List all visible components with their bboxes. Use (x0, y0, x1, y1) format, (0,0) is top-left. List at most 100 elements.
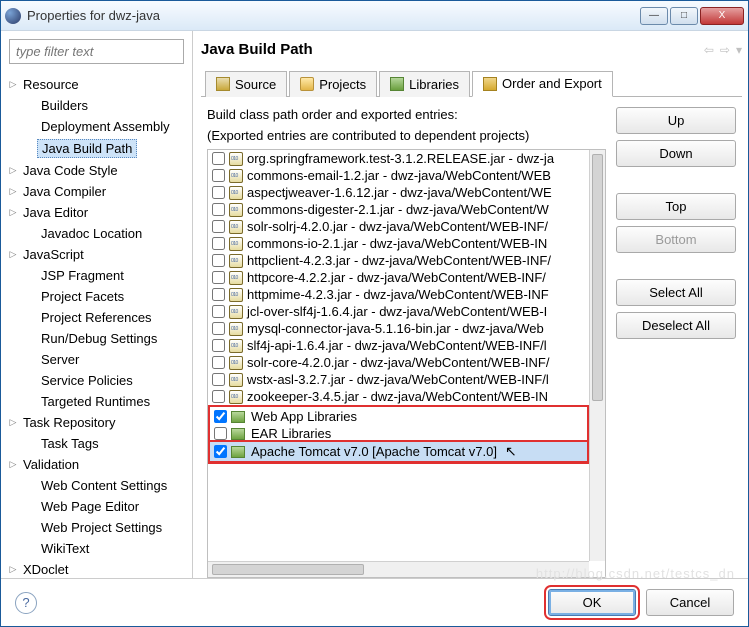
nav-item[interactable]: ▷Validation (1, 454, 192, 475)
entry-label: Web App Libraries (251, 409, 357, 424)
nav-item[interactable]: Web Project Settings (1, 517, 192, 538)
nav-item[interactable]: ▷Java Compiler (1, 181, 192, 202)
entry-row[interactable]: jcl-over-slf4j-1.6.4.jar - dwz-java/WebC… (208, 303, 589, 320)
nav-item[interactable]: WikiText (1, 538, 192, 559)
horizontal-scrollbar[interactable] (208, 561, 589, 577)
entry-checkbox[interactable] (212, 186, 225, 199)
bottom-button[interactable]: Bottom (616, 226, 736, 253)
menu-icon[interactable]: ▾ (736, 43, 742, 57)
nav-item-label: Run/Debug Settings (37, 330, 161, 347)
nav-item[interactable]: Javadoc Location (1, 223, 192, 244)
entry-checkbox[interactable] (212, 305, 225, 318)
entry-row[interactable]: org.springframework.test-3.1.2.RELEASE.j… (208, 150, 589, 167)
jar-icon (229, 322, 243, 336)
nav-item[interactable]: ▷Java Code Style (1, 160, 192, 181)
entry-checkbox[interactable] (212, 271, 225, 284)
entry-row[interactable]: slf4j-api-1.6.4.jar - dwz-java/WebConten… (208, 337, 589, 354)
nav-item[interactable]: Task Tags (1, 433, 192, 454)
top-button[interactable]: Top (616, 193, 736, 220)
nav-item[interactable]: Web Content Settings (1, 475, 192, 496)
nav-tree[interactable]: ▷ResourceBuildersDeployment AssemblyJava… (1, 72, 192, 578)
entry-checkbox[interactable] (212, 169, 225, 182)
expand-icon[interactable]: ▷ (7, 249, 19, 260)
entry-checkbox[interactable] (212, 322, 225, 335)
nav-item[interactable]: Web Page Editor (1, 496, 192, 517)
entry-checkbox[interactable] (214, 427, 227, 440)
deselect-all-button[interactable]: Deselect All (616, 312, 736, 339)
entry-row[interactable]: httpmime-4.2.3.jar - dwz-java/WebContent… (208, 286, 589, 303)
ok-button[interactable]: OK (548, 589, 636, 616)
filter-input[interactable] (9, 39, 184, 64)
entry-row[interactable]: mysql-connector-java-5.1.16-bin.jar - dw… (208, 320, 589, 337)
entry-row[interactable]: solr-solrj-4.2.0.jar - dwz-java/WebConte… (208, 218, 589, 235)
nav-item[interactable]: ▷Task Repository (1, 412, 192, 433)
entry-checkbox[interactable] (212, 288, 225, 301)
entry-row[interactable]: wstx-asl-3.2.7.jar - dwz-java/WebContent… (208, 371, 589, 388)
nav-item[interactable]: Service Policies (1, 370, 192, 391)
entry-row[interactable]: solr-core-4.2.0.jar - dwz-java/WebConten… (208, 354, 589, 371)
entry-row[interactable]: Web App Libraries (210, 408, 587, 425)
entry-row[interactable]: commons-io-2.1.jar - dwz-java/WebContent… (208, 235, 589, 252)
entry-label: mysql-connector-java-5.1.16-bin.jar - dw… (247, 321, 544, 336)
select-all-button[interactable]: Select All (616, 279, 736, 306)
entry-checkbox[interactable] (212, 237, 225, 250)
expand-icon[interactable]: ▷ (7, 79, 19, 90)
entry-checkbox[interactable] (212, 373, 225, 386)
jar-icon (229, 186, 243, 200)
minimize-button[interactable]: — (640, 7, 668, 25)
nav-item[interactable]: Builders (1, 95, 192, 116)
nav-item[interactable]: ▷XDoclet (1, 559, 192, 578)
vertical-scrollbar[interactable] (589, 150, 605, 561)
tab-projects[interactable]: Projects (289, 71, 377, 97)
entry-row[interactable]: aspectjweaver-1.6.12.jar - dwz-java/WebC… (208, 184, 589, 201)
expand-icon[interactable]: ▷ (7, 207, 19, 218)
help-icon[interactable]: ? (15, 592, 37, 614)
maximize-button[interactable]: □ (670, 7, 698, 25)
entry-checkbox[interactable] (212, 152, 225, 165)
down-button[interactable]: Down (616, 140, 736, 167)
expand-icon[interactable]: ▷ (7, 417, 19, 428)
nav-item[interactable]: Project Facets (1, 286, 192, 307)
entry-label: commons-email-1.2.jar - dwz-java/WebCont… (247, 168, 551, 183)
entry-checkbox[interactable] (212, 356, 225, 369)
tab-order-and-export[interactable]: Order and Export (472, 71, 613, 97)
entries-list[interactable]: org.springframework.test-3.1.2.RELEASE.j… (207, 149, 606, 578)
entry-checkbox[interactable] (212, 203, 225, 216)
entry-checkbox[interactable] (212, 390, 225, 403)
entry-row[interactable]: Apache Tomcat v7.0 [Apache Tomcat v7.0]↖ (210, 442, 587, 461)
expand-icon[interactable]: ▷ (7, 564, 19, 575)
expand-icon[interactable]: ▷ (7, 186, 19, 197)
entry-label: httpclient-4.2.3.jar - dwz-java/WebConte… (247, 253, 551, 268)
entry-checkbox[interactable] (214, 445, 227, 458)
nav-item[interactable]: Deployment Assembly (1, 116, 192, 137)
tab-libraries[interactable]: Libraries (379, 71, 470, 97)
nav-item[interactable]: Run/Debug Settings (1, 328, 192, 349)
nav-item[interactable]: JSP Fragment (1, 265, 192, 286)
up-button[interactable]: Up (616, 107, 736, 134)
nav-item[interactable]: Java Build Path (1, 137, 192, 160)
back-icon[interactable]: ⇦ (704, 43, 714, 57)
forward-icon[interactable]: ⇨ (720, 43, 730, 57)
entry-checkbox[interactable] (214, 410, 227, 423)
entry-checkbox[interactable] (212, 220, 225, 233)
nav-item[interactable]: ▷Java Editor (1, 202, 192, 223)
nav-item[interactable]: Targeted Runtimes (1, 391, 192, 412)
entry-row[interactable]: zookeeper-3.4.5.jar - dwz-java/WebConten… (208, 388, 589, 405)
entry-row[interactable]: commons-email-1.2.jar - dwz-java/WebCont… (208, 167, 589, 184)
nav-item[interactable]: Server (1, 349, 192, 370)
cancel-button[interactable]: Cancel (646, 589, 734, 616)
entry-row[interactable]: EAR Libraries (210, 425, 587, 442)
nav-item[interactable]: Project References (1, 307, 192, 328)
expand-icon[interactable]: ▷ (7, 459, 19, 470)
entry-checkbox[interactable] (212, 254, 225, 267)
nav-item[interactable]: ▷JavaScript (1, 244, 192, 265)
entry-checkbox[interactable] (212, 339, 225, 352)
close-button[interactable]: X (700, 7, 744, 25)
expand-icon[interactable]: ▷ (7, 165, 19, 176)
entry-row[interactable]: commons-digester-2.1.jar - dwz-java/WebC… (208, 201, 589, 218)
nav-item-label: Task Repository (19, 414, 119, 431)
nav-item[interactable]: ▷Resource (1, 74, 192, 95)
entry-row[interactable]: httpcore-4.2.2.jar - dwz-java/WebContent… (208, 269, 589, 286)
tab-source[interactable]: Source (205, 71, 287, 97)
entry-row[interactable]: httpclient-4.2.3.jar - dwz-java/WebConte… (208, 252, 589, 269)
